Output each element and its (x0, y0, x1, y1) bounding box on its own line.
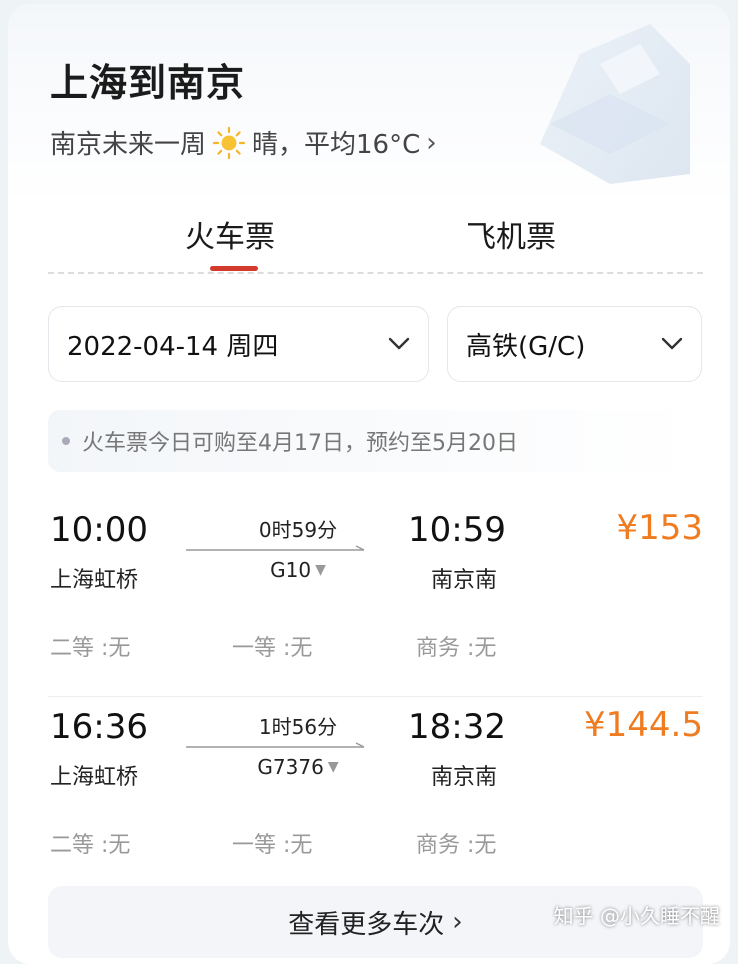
page-title: 上海到南京 (50, 61, 246, 105)
caret-down-icon: ▼ (327, 759, 339, 775)
route-arrow-icon (186, 742, 365, 748)
train-number-text: G7376 (257, 755, 324, 779)
route-arrow-icon (186, 545, 365, 551)
depart-station: 上海虹桥 (50, 568, 139, 593)
weather-text: 晴，平均16°C (252, 130, 421, 160)
seat-second-class: 二等 :无 (50, 833, 131, 858)
arrive-station: 南京南 (431, 568, 498, 593)
depart-time: 16:36 (50, 707, 148, 747)
seat-business-class: 商务 :无 (416, 833, 497, 858)
depart-station: 上海虹桥 (50, 765, 139, 790)
date-select[interactable]: 2022-04-14 周四 (48, 306, 429, 382)
date-value: 2022-04-14 周四 (67, 331, 279, 362)
chevron-down-icon (661, 337, 683, 350)
more-trains-label: 查看更多车次 (288, 909, 445, 940)
weather-prefix: 南京未来一周 (50, 130, 207, 160)
seat-second-class: 二等 :无 (50, 636, 131, 661)
train-row[interactable]: 16:36 上海虹桥 1时56分 G7376 ▼ 18:32 南京南 ¥144.5… (48, 696, 703, 886)
notice-text: 火车票今日可购至4月17日，预约至5月20日 (82, 431, 518, 456)
seat-first-class: 一等 :无 (232, 636, 313, 661)
seat-first-class: 一等 :无 (232, 833, 313, 858)
watermark: 知乎 @小久睡不醒 (553, 904, 720, 928)
train-type-value: 高铁(G/C) (466, 331, 586, 362)
chevron-down-icon (388, 337, 410, 350)
arrive-time: 10:59 (408, 510, 506, 550)
train-search-card: 上海到南京 南京未来一周 晴，平均16°C › 火车票 飞机票 2022-04-… (8, 4, 730, 964)
train-row[interactable]: 10:00 上海虹桥 0时59分 G10 ▼ 10:59 南京南 ¥153 二等 … (48, 500, 703, 690)
ticket-price: ¥153 (616, 508, 703, 548)
booking-notice: 火车票今日可购至4月17日，预约至5月20日 (48, 410, 703, 472)
train-type-select[interactable]: 高铁(G/C) (447, 306, 702, 382)
weather-summary[interactable]: 南京未来一周 晴，平均16°C › (50, 124, 437, 161)
tab-plane-ticket[interactable]: 飞机票 (466, 212, 556, 256)
train-number[interactable]: G7376 ▼ (228, 755, 368, 779)
train-illustration (540, 24, 690, 184)
arrive-station: 南京南 (431, 765, 498, 790)
arrive-time: 18:32 (408, 707, 506, 747)
ticket-price: ¥144.5 (584, 705, 703, 745)
train-number-text: G10 (270, 558, 312, 582)
caret-down-icon: ▼ (315, 562, 326, 578)
depart-time: 10:00 (50, 510, 148, 550)
travel-duration: 1时56分 (258, 715, 338, 739)
travel-duration: 0时59分 (258, 518, 338, 542)
ticket-tabs: 火车票 飞机票 (48, 204, 703, 274)
seat-business-class: 商务 :无 (416, 636, 497, 661)
tab-train-ticket[interactable]: 火车票 (185, 212, 275, 256)
chevron-right-icon: › (426, 127, 437, 158)
sun-icon (212, 126, 246, 159)
chevron-right-icon: › (452, 907, 463, 937)
active-tab-indicator (210, 266, 258, 271)
train-number[interactable]: G10 ▼ (228, 558, 368, 582)
bullet-dot-icon (62, 437, 70, 445)
